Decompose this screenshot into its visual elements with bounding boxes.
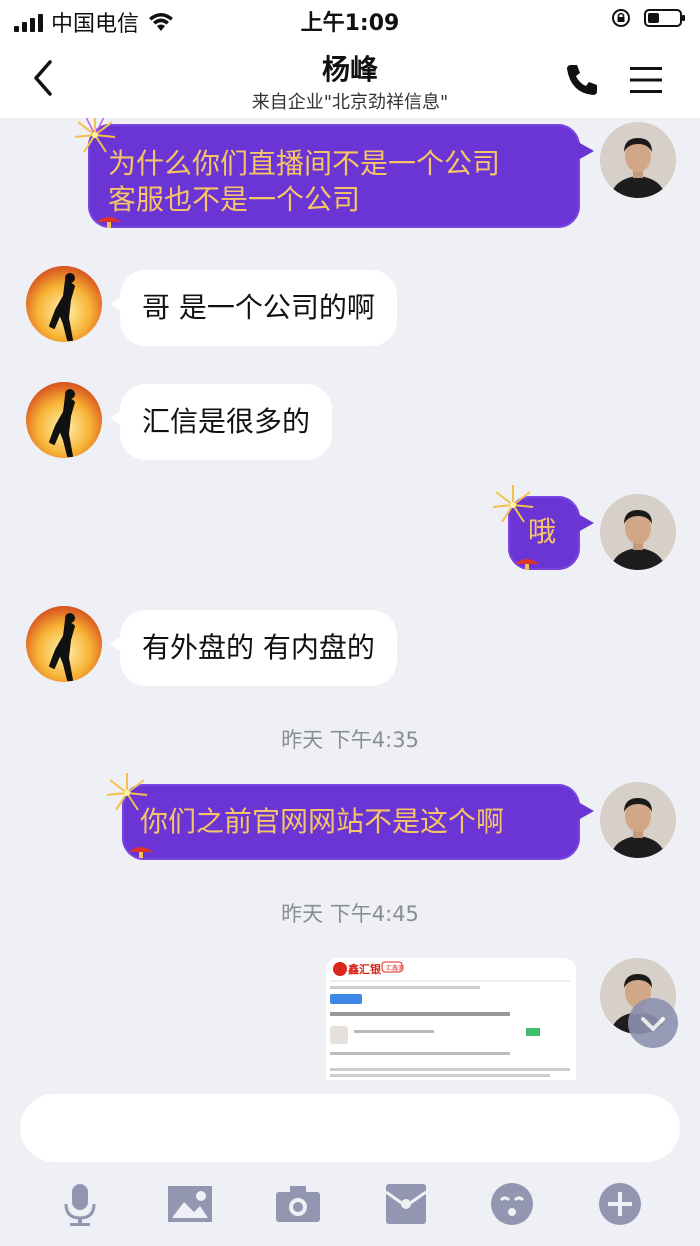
timestamp: 昨天 下午4:35	[281, 728, 419, 752]
status-right	[610, 7, 685, 29]
redpacket-icon[interactable]	[382, 1180, 430, 1228]
emoji-icon[interactable]	[488, 1180, 536, 1228]
timestamp: 昨天 下午4:45	[281, 902, 419, 926]
lantern-decoration-icon	[129, 847, 153, 858]
lantern-decoration-icon	[97, 217, 121, 228]
message-bubble-out[interactable]: 你们之前官网网站不是这个啊	[122, 784, 594, 860]
contact-avatar[interactable]	[26, 382, 102, 458]
battery-icon	[644, 9, 685, 27]
scroll-to-bottom-button[interactable]	[628, 998, 678, 1048]
contact-avatar[interactable]	[26, 606, 102, 682]
message-list[interactable]: 为什么你们直播间不是一个公司 客服也不是一个公司 哥 是一个公司的啊 汇信是很多…	[0, 118, 700, 1080]
image-icon[interactable]	[166, 1180, 214, 1228]
image-message[interactable]: 鑫汇银 汇鑫测	[326, 958, 576, 1080]
message-input[interactable]	[20, 1094, 680, 1162]
status-time: 上午1:09	[300, 11, 400, 36]
my-avatar[interactable]	[600, 122, 676, 198]
status-bar: 中国电信 上午1:09	[0, 0, 700, 40]
preview-logo: 鑫汇银	[347, 962, 382, 976]
firework-decoration-icon	[74, 118, 116, 153]
input-bar	[0, 1080, 700, 1246]
lantern-decoration-icon	[515, 559, 539, 570]
battery-level	[648, 13, 659, 23]
camera-icon[interactable]	[274, 1180, 322, 1228]
message-bubble-in[interactable]: 汇信是很多的	[109, 384, 333, 460]
message-bubble-in[interactable]: 哥 是一个公司的啊	[110, 270, 397, 346]
firework-decoration-icon	[106, 773, 148, 811]
message-text: 你们之前官网网站不是这个啊	[140, 805, 505, 838]
phone-call-button[interactable]	[562, 60, 602, 100]
message-text: 为什么你们直播间不是一个公司	[108, 147, 501, 180]
message-bubble-in[interactable]: 有外盘的 有内盘的	[110, 610, 397, 686]
contact-avatar[interactable]	[26, 266, 102, 342]
microphone-icon[interactable]	[56, 1180, 104, 1228]
rotation-lock-icon	[612, 9, 630, 27]
firework-decoration-icon	[492, 485, 534, 523]
my-avatar[interactable]	[600, 782, 676, 858]
plus-icon[interactable]	[596, 1180, 644, 1228]
message-bubble-out[interactable]: 为什么你们直播间不是一个公司 客服也不是一个公司	[88, 124, 594, 228]
chat-header: 杨峰 来自企业"北京劲祥信息"	[0, 40, 700, 118]
message-text: 客服也不是一个公司	[108, 183, 361, 216]
my-avatar[interactable]	[600, 494, 676, 570]
menu-button[interactable]	[628, 64, 664, 96]
preview-small-label: 汇鑫测	[386, 964, 404, 972]
